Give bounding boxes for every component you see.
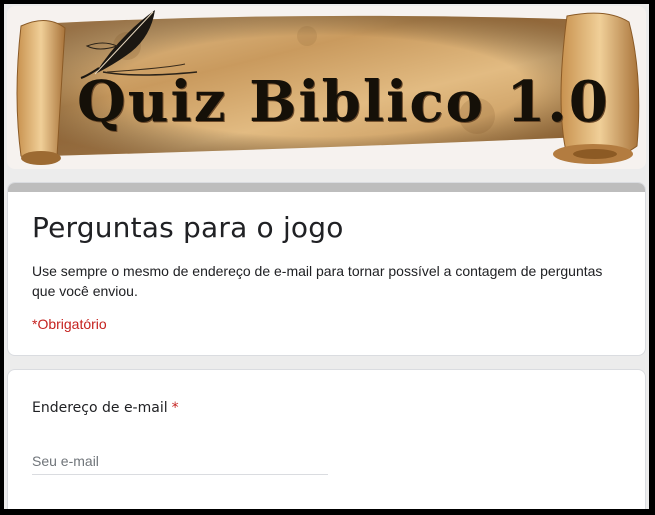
question-label-text: Endereço de e-mail	[32, 400, 168, 416]
form-frame: Quiz Biblico 1.0 Perguntas para o jogo U…	[4, 4, 649, 509]
header-accent-bar	[8, 183, 645, 192]
email-field[interactable]	[32, 448, 328, 475]
form-title: Perguntas para o jogo	[32, 211, 344, 244]
form-header-card: Perguntas para o jogo Use sempre o mesmo…	[7, 182, 646, 356]
required-note: *Obrigatório	[32, 316, 107, 332]
question-label: Endereço de e-mail *	[32, 400, 179, 416]
banner-title: Quiz Biblico 1.0	[77, 69, 610, 135]
header-banner: Quiz Biblico 1.0	[7, 6, 646, 169]
required-asterisk: *	[171, 400, 179, 416]
form-description: Use sempre o mesmo de endereço de e-mail…	[32, 263, 603, 299]
question-card-email: Endereço de e-mail *	[7, 369, 646, 509]
